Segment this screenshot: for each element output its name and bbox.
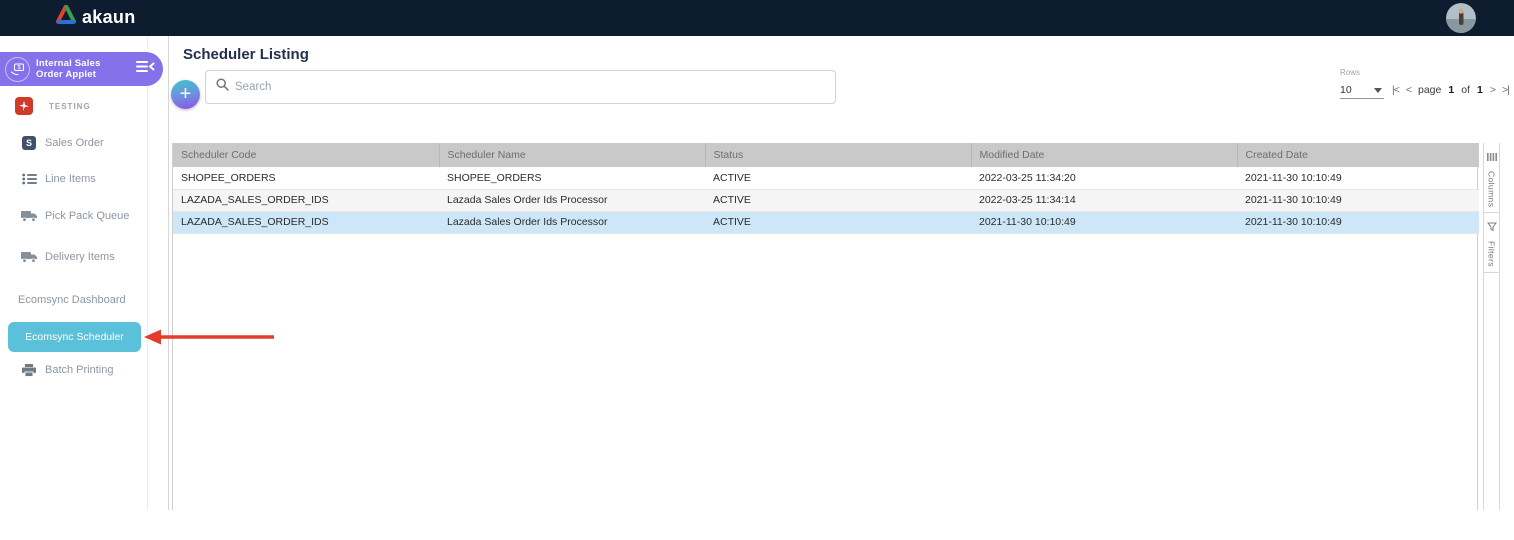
plus-icon: + [179, 82, 192, 105]
page-title: Scheduler Listing [183, 46, 309, 63]
total-pages-number: 1 [1476, 84, 1483, 96]
column-header[interactable]: Scheduler Name [438, 143, 705, 167]
table-cell: 2021-11-30 10:10:49 [1237, 211, 1479, 234]
akaun-logo: akaun [55, 4, 136, 30]
printer-icon [20, 363, 38, 377]
table-cell: ACTIVE [705, 167, 971, 190]
column-header[interactable]: Created Date [1236, 143, 1479, 167]
sidebar-item-delivery-items[interactable]: Delivery Items [0, 248, 148, 266]
first-page-button[interactable]: |< [1392, 84, 1400, 96]
sales-order-icon: S [20, 136, 38, 150]
rows-per-page-select[interactable]: 10 [1340, 82, 1384, 99]
side-panel-tabs: Columns Filters [1483, 143, 1500, 510]
scheduler-table: Scheduler Code Scheduler Name Status Mod… [172, 143, 1479, 510]
truck-icon [20, 251, 38, 263]
tenant-label: TESTING [49, 101, 91, 111]
applet-title: Internal Sales Order Applet [36, 58, 101, 80]
tab-filters[interactable]: Filters [1484, 213, 1499, 274]
table-cell: LAZADA_SALES_ORDER_IDS [173, 211, 439, 234]
content-divider [168, 36, 169, 510]
table-cell: ACTIVE [705, 189, 971, 212]
tenant-icon [15, 97, 33, 115]
table-header-row: Scheduler Code Scheduler Name Status Mod… [173, 143, 1479, 167]
columns-icon [1486, 149, 1497, 167]
akaun-triangle-icon [55, 4, 77, 30]
table-cell: LAZADA_SALES_ORDER_IDS [173, 189, 439, 212]
list-icon [20, 173, 38, 185]
annotation-arrow [144, 327, 276, 352]
search-input[interactable] [235, 81, 825, 93]
current-page-number: 1 [1448, 84, 1455, 96]
sidebar-item-batch-printing[interactable]: Batch Printing [0, 361, 148, 379]
sidebar-item-pick-pack-queue[interactable]: Pick Pack Queue [0, 207, 148, 225]
column-header[interactable]: Status [704, 143, 971, 167]
column-header[interactable]: Modified Date [970, 143, 1237, 167]
table-cell: 2021-11-30 10:10:49 [1237, 167, 1479, 190]
table-row[interactable]: SHOPEE_ORDERS SHOPEE_ORDERS ACTIVE 2022-03-… [173, 167, 1479, 190]
truck-icon [20, 210, 38, 222]
topbar: akaun [0, 0, 1514, 36]
next-page-button[interactable]: > [1490, 84, 1496, 96]
tab-columns[interactable]: Columns [1484, 143, 1499, 214]
app-window: akaun $ Internal Sales Order Applet TEST… [0, 0, 1514, 540]
table-cell: SHOPEE_ORDERS [173, 167, 439, 190]
sidebar-item-sales-order[interactable]: S Sales Order [0, 134, 148, 152]
search-icon [216, 78, 229, 96]
table-cell: 2021-11-30 10:10:49 [971, 211, 1237, 234]
table-cell: 2022-03-25 11:34:14 [971, 189, 1237, 212]
svg-text:$: $ [17, 65, 20, 71]
rows-per-page-label: Rows [1340, 68, 1361, 77]
user-avatar[interactable] [1446, 3, 1476, 33]
table-row[interactable]: LAZADA_SALES_ORDER_IDS Lazada Sales Order… [173, 211, 1479, 234]
table-row[interactable]: LAZADA_SALES_ORDER_IDS Lazada Sales Order… [173, 189, 1479, 212]
column-header[interactable]: Scheduler Code [173, 143, 439, 167]
last-page-button[interactable]: >| [1502, 84, 1510, 96]
search-box [205, 70, 836, 104]
table-cell: Lazada Sales Order Ids Processor [439, 211, 705, 234]
table-cell: SHOPEE_ORDERS [439, 167, 705, 190]
table-cell: Lazada Sales Order Ids Processor [439, 189, 705, 212]
table-cell: 2021-11-30 10:10:49 [1237, 189, 1479, 212]
sidebar-collapse-icon[interactable] [136, 60, 155, 78]
sidebar-item-ecomsync-scheduler[interactable]: Ecomsync Scheduler [8, 322, 141, 352]
chevron-down-icon [1374, 88, 1382, 93]
applet-icon: $ [5, 56, 30, 82]
table-cell: 2022-03-25 11:34:20 [971, 167, 1237, 190]
of-word: of [1461, 84, 1470, 96]
applet-switcher-button[interactable]: $ Internal Sales Order Applet [0, 52, 163, 86]
tenant-row[interactable]: TESTING [15, 97, 91, 115]
pagination: |< < page 1 of 1 > >| [1392, 84, 1510, 96]
sidebar-item-line-items[interactable]: Line Items [0, 170, 148, 188]
table-cell: ACTIVE [705, 211, 971, 234]
table-body: SHOPEE_ORDERS SHOPEE_ORDERS ACTIVE 2022-03-… [173, 167, 1479, 234]
logo-text: akaun [82, 6, 136, 27]
prev-page-button[interactable]: < [1406, 84, 1412, 96]
filter-icon [1486, 219, 1497, 237]
sidebar-item-ecomsync-dashboard[interactable]: Ecomsync Dashboard [0, 291, 148, 309]
add-scheduler-button[interactable]: + [171, 80, 200, 109]
page-word: page [1418, 84, 1442, 96]
